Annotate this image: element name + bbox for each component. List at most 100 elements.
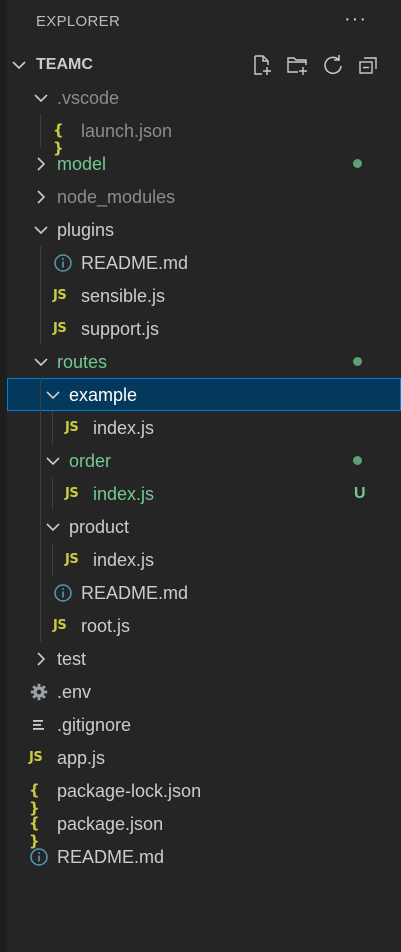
tree-item-label: order <box>69 451 112 471</box>
tree-folder-row[interactable]: plugins <box>7 213 401 246</box>
indent-guide <box>40 411 41 444</box>
chevron-down-icon[interactable] <box>33 222 49 238</box>
chevron-right-icon[interactable] <box>33 156 49 172</box>
info-icon <box>29 847 49 867</box>
tree-item-label: index.js <box>93 550 155 570</box>
indent-guide <box>40 444 41 477</box>
chevron-right-icon[interactable] <box>33 651 49 667</box>
tree-file-row[interactable]: JS index.js U <box>7 477 401 510</box>
git-status-dot <box>353 159 362 168</box>
tree-file-row[interactable]: JS app.js <box>7 741 401 774</box>
indent-guide <box>52 543 53 576</box>
chevron-down-icon[interactable] <box>45 387 61 403</box>
explorer-panel: EXPLORER ··· TEAMC .vscode {} launch.js… <box>7 0 401 952</box>
json-file-icon: { } <box>29 814 40 850</box>
tree-item-label: .env <box>57 682 92 702</box>
info-icon <box>53 583 73 603</box>
tree-item-label: package.json <box>57 814 164 834</box>
info-icon <box>53 253 73 273</box>
tree-folder-row[interactable]: routes <box>7 345 401 378</box>
chevron-down-icon[interactable] <box>33 354 49 370</box>
tree-item-label: sensible.js <box>81 286 166 306</box>
js-file-icon: JS <box>65 552 79 567</box>
js-file-icon: JS <box>65 420 79 435</box>
indent-guide <box>40 477 41 510</box>
tree-item-label: index.js <box>93 484 155 504</box>
more-actions-icon[interactable]: ··· <box>344 8 367 31</box>
indent-guide <box>40 543 41 576</box>
tree-item-label: node_modules <box>57 187 176 207</box>
tree-item-label: model <box>57 154 107 174</box>
tree-item-label: package-lock.json <box>57 781 202 801</box>
new-file-icon[interactable] <box>249 52 275 78</box>
tree-item-label: product <box>69 517 130 537</box>
tree-item-label: example <box>69 385 138 405</box>
tree-file-row[interactable]: { } launch.json <box>7 114 401 157</box>
file-tree: .vscode { } launch.json model node_modulespl… <box>7 81 401 873</box>
indent-guide <box>40 609 41 642</box>
collapse-all-icon[interactable] <box>355 52 381 78</box>
tree-folder-row[interactable]: model <box>7 147 401 180</box>
tree-item-label: README.md <box>57 847 165 867</box>
tree-file-row[interactable]: JS root.js <box>7 609 401 642</box>
chevron-down-icon[interactable] <box>11 57 27 78</box>
indent-guide <box>40 576 41 609</box>
tree-item-label: .vscode <box>57 88 120 108</box>
tree-item-label: test <box>57 649 87 669</box>
tree-file-row[interactable]: { } package.json <box>7 807 401 850</box>
indent-guide <box>40 510 41 543</box>
tree-folder-row[interactable]: node_modules <box>7 180 401 213</box>
tree-item-label: root.js <box>81 616 131 636</box>
lines-icon <box>29 715 49 735</box>
tree-file-row[interactable]: .env <box>7 675 401 708</box>
json-file-icon: { } <box>29 781 40 817</box>
tree-file-row[interactable]: README.md <box>7 576 401 609</box>
tree-file-row[interactable]: .gitignore <box>7 708 401 741</box>
indent-guide <box>40 246 41 279</box>
window-edge <box>0 0 7 952</box>
git-untracked-badge: U <box>354 485 366 502</box>
js-file-icon: JS <box>65 486 79 501</box>
tree-item-label: app.js <box>57 748 106 768</box>
tree-file-row[interactable]: README.md <box>7 246 401 279</box>
explorer-header: EXPLORER ··· <box>7 0 401 42</box>
git-status-dot <box>353 456 362 465</box>
tree-folder-row[interactable]: order <box>7 444 401 477</box>
tree-item-label: README.md <box>81 583 189 603</box>
tree-file-row[interactable]: JS index.js <box>7 411 401 444</box>
js-file-icon: JS <box>53 321 67 336</box>
tree-file-row[interactable]: README.md <box>7 840 401 873</box>
indent-guide <box>40 312 41 345</box>
indent-guide <box>40 279 41 312</box>
tree-item-label: plugins <box>57 220 115 240</box>
chevron-down-icon[interactable] <box>45 453 61 469</box>
tree-item-label: launch.json <box>81 121 173 141</box>
tree-item-label: routes <box>57 352 108 372</box>
chevron-down-icon[interactable] <box>33 90 49 106</box>
js-file-icon: JS <box>29 750 43 765</box>
workspace-title: TEAMC <box>36 56 93 73</box>
chevron-right-icon[interactable] <box>33 189 49 205</box>
json-file-icon: { } <box>53 121 64 157</box>
git-status-dot <box>353 357 362 366</box>
tree-folder-row[interactable]: test <box>7 642 401 675</box>
workspace-section-header[interactable]: TEAMC <box>7 48 401 81</box>
tree-file-row[interactable]: { } package-lock.json <box>7 774 401 817</box>
gear-icon <box>29 682 49 702</box>
tree-item-label: index.js <box>93 418 155 438</box>
tree-folder-row[interactable]: .vscode <box>7 81 401 114</box>
new-folder-icon[interactable] <box>284 52 310 78</box>
indent-guide <box>40 378 41 411</box>
tree-file-row[interactable]: JS index.js <box>7 543 401 576</box>
tree-folder-row[interactable]: example <box>7 378 401 411</box>
tree-file-row[interactable]: JS sensible.js <box>7 279 401 312</box>
tree-file-row[interactable]: JS support.js <box>7 312 401 345</box>
tree-item-label: .gitignore <box>57 715 132 735</box>
tree-item-label: support.js <box>81 319 160 339</box>
js-file-icon: JS <box>53 618 67 633</box>
chevron-down-icon[interactable] <box>45 519 61 535</box>
refresh-icon[interactable] <box>320 52 346 78</box>
tree-folder-row[interactable]: product <box>7 510 401 543</box>
indent-guide <box>52 411 53 444</box>
explorer-title: EXPLORER <box>36 13 121 30</box>
